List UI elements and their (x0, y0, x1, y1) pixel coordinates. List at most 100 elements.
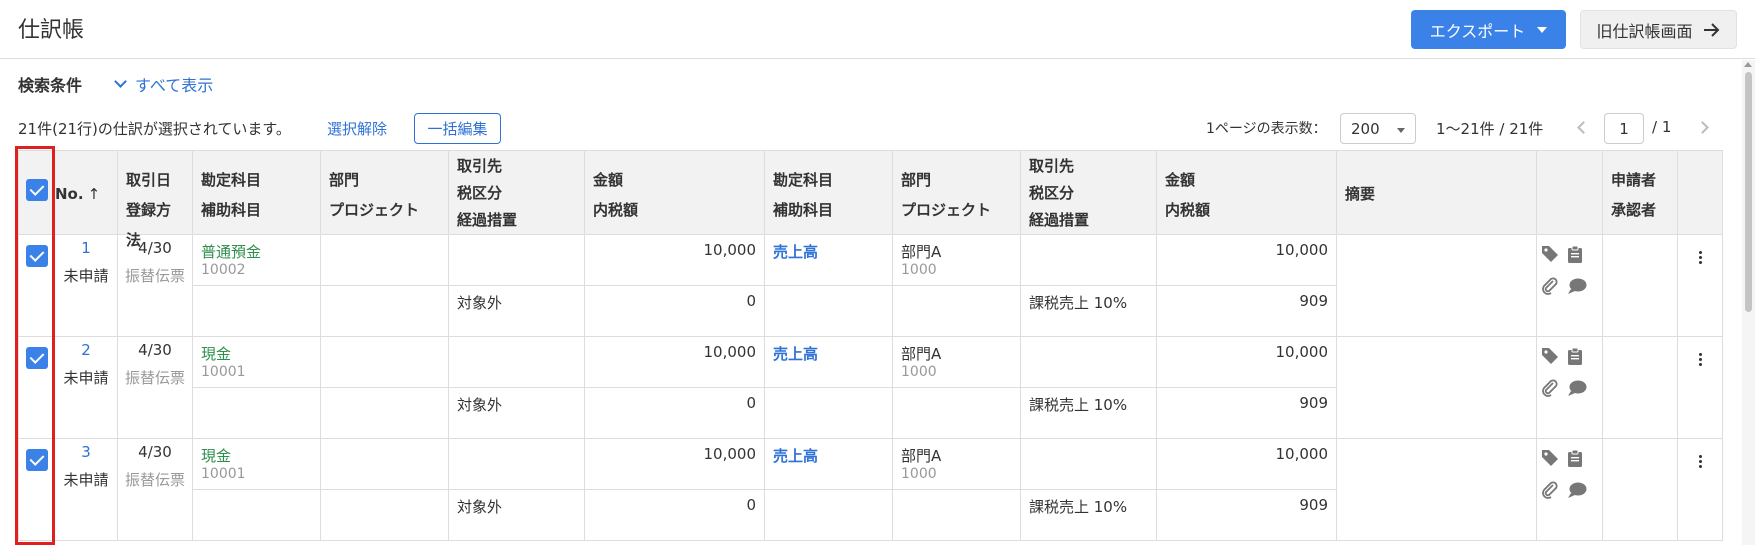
credit-amount[interactable]: 10,000 (1156, 336, 1337, 388)
comment-icon[interactable] (1567, 277, 1593, 301)
credit-dept-cell[interactable]: 部門A 1000 (892, 438, 1021, 490)
row-no-link[interactable]: 2 (55, 341, 117, 359)
debit-dept-cell[interactable] (320, 234, 449, 286)
debit-amount[interactable]: 10,000 (584, 336, 765, 388)
tag-icon[interactable] (1541, 449, 1567, 473)
export-button[interactable]: エクスポート (1411, 10, 1566, 49)
credit-project-cell[interactable] (892, 285, 1021, 337)
debit-account-cell[interactable]: 現金 10001 (192, 438, 321, 490)
debit-sub-cell[interactable] (192, 387, 321, 439)
debit-project-cell[interactable] (320, 285, 449, 337)
select-all-checkbox-cell[interactable] (18, 150, 55, 235)
row-no-cell: 3 未申請 (54, 438, 118, 541)
arrow-right-icon (1703, 22, 1719, 37)
credit-tax: 課税売上 10% (1029, 396, 1128, 414)
credit-tax-amount[interactable]: 909 (1156, 489, 1337, 541)
paperclip-icon[interactable] (1541, 481, 1567, 505)
credit-sub-cell[interactable] (764, 387, 893, 439)
credit-tax-amount[interactable]: 909 (1156, 387, 1337, 439)
row-checkbox-cell[interactable] (18, 234, 55, 337)
debit-tax-cell[interactable]: 対象外 (448, 489, 585, 541)
debit-tax-cell[interactable]: 対象外 (448, 387, 585, 439)
debit-partner-cell[interactable] (448, 438, 585, 490)
clipboard-icon[interactable] (1567, 245, 1593, 269)
comment-icon[interactable] (1567, 481, 1593, 505)
debit-partner-cell[interactable] (448, 336, 585, 388)
page-total: / 1 (1652, 118, 1672, 136)
row-no-link[interactable]: 3 (55, 443, 117, 461)
debit-tax-amount[interactable]: 0 (584, 285, 765, 337)
table-row[interactable]: 3 未申請 4/30 振替伝票 現金 10001 10,000 売上高 部門A … (18, 438, 1723, 541)
select-all-checkbox[interactable] (25, 179, 48, 201)
debit-account-cell[interactable]: 普通預金 10002 (192, 234, 321, 286)
clear-selection-link[interactable]: 選択解除 (327, 118, 387, 139)
credit-dept-cell[interactable]: 部門A 1000 (892, 336, 1021, 388)
row-no-link[interactable]: 1 (55, 239, 117, 257)
credit-project-cell[interactable] (892, 489, 1021, 541)
scroll-up-icon[interactable] (1744, 62, 1752, 67)
credit-amount[interactable]: 10,000 (1156, 234, 1337, 286)
paperclip-icon[interactable] (1541, 277, 1567, 301)
comment-icon[interactable] (1567, 379, 1593, 403)
credit-account-cell[interactable]: 売上高 (764, 234, 893, 286)
show-all-toggle[interactable]: すべて表示 (114, 72, 213, 96)
more-vertical-icon[interactable] (1678, 353, 1722, 366)
debit-amount[interactable]: 10,000 (584, 234, 765, 286)
clipboard-icon[interactable] (1567, 449, 1593, 473)
credit-partner-cell[interactable] (1020, 234, 1157, 286)
credit-amount[interactable]: 10,000 (1156, 438, 1337, 490)
col-no[interactable]: No. ↑ (54, 150, 118, 235)
debit-tax-amount[interactable]: 0 (584, 489, 765, 541)
debit-tax-cell[interactable]: 対象外 (448, 285, 585, 337)
tag-icon[interactable] (1541, 245, 1567, 269)
tag-icon[interactable] (1541, 347, 1567, 371)
credit-sub-cell[interactable] (764, 489, 893, 541)
per-page-select[interactable]: 200 (1340, 113, 1416, 144)
debit-amount[interactable]: 10,000 (584, 438, 765, 490)
debit-sub-cell[interactable] (192, 285, 321, 337)
row-checkbox-cell[interactable] (18, 336, 55, 439)
debit-project-cell[interactable] (320, 489, 449, 541)
col-date-method[interactable]: 取引日↓ 登録方法 (117, 150, 193, 249)
debit-account-cell[interactable]: 現金 10001 (192, 336, 321, 388)
row-checkbox[interactable] (25, 347, 48, 369)
debit-tax-amount[interactable]: 0 (584, 387, 765, 439)
row-checkbox-cell[interactable] (18, 438, 55, 541)
memo-cell[interactable] (1336, 336, 1537, 439)
scrollbar-thumb[interactable] (1745, 72, 1752, 312)
debit-sub-cell[interactable] (192, 489, 321, 541)
credit-sub-cell[interactable] (764, 285, 893, 337)
debit-project-cell[interactable] (320, 387, 449, 439)
row-checkbox[interactable] (25, 245, 48, 267)
credit-account-cell[interactable]: 売上高 (764, 438, 893, 490)
paperclip-icon[interactable] (1541, 379, 1567, 403)
credit-dept-cell[interactable]: 部門A 1000 (892, 234, 1021, 286)
old-journal-screen-button[interactable]: 旧仕訳帳画面 (1580, 10, 1737, 49)
clipboard-icon[interactable] (1567, 347, 1593, 371)
next-page-icon[interactable] (1696, 121, 1709, 134)
credit-tax-cell[interactable]: 課税売上 10% (1020, 489, 1157, 541)
bulk-edit-button[interactable]: 一括編集 (414, 113, 501, 144)
table-row[interactable]: 2 未申請 4/30 振替伝票 現金 10001 10,000 売上高 部門A … (18, 336, 1723, 439)
credit-tax-cell[interactable]: 課税売上 10% (1020, 285, 1157, 337)
credit-partner-cell[interactable] (1020, 336, 1157, 388)
col-debit-amount: 金額 内税額 (584, 150, 765, 235)
debit-tax: 対象外 (457, 396, 503, 414)
credit-partner-cell[interactable] (1020, 438, 1157, 490)
debit-dept-cell[interactable] (320, 438, 449, 490)
table-row[interactable]: 1 未申請 4/30 振替伝票 普通預金 10002 10,000 売上高 部門… (18, 234, 1723, 337)
credit-project-cell[interactable] (892, 387, 1021, 439)
row-checkbox[interactable] (25, 449, 48, 471)
credit-tax-amount[interactable]: 909 (1156, 285, 1337, 337)
credit-account-cell[interactable]: 売上高 (764, 336, 893, 388)
more-vertical-icon[interactable] (1678, 455, 1722, 468)
debit-dept-cell[interactable] (320, 336, 449, 388)
more-vertical-icon[interactable] (1678, 251, 1722, 264)
debit-partner-cell[interactable] (448, 234, 585, 286)
memo-cell[interactable] (1336, 438, 1537, 541)
page-number-input[interactable]: 1 (1604, 113, 1644, 144)
row-date: 4/30 (138, 341, 172, 359)
prev-page-icon[interactable] (1577, 121, 1590, 134)
credit-tax-cell[interactable]: 課税売上 10% (1020, 387, 1157, 439)
memo-cell[interactable] (1336, 234, 1537, 337)
